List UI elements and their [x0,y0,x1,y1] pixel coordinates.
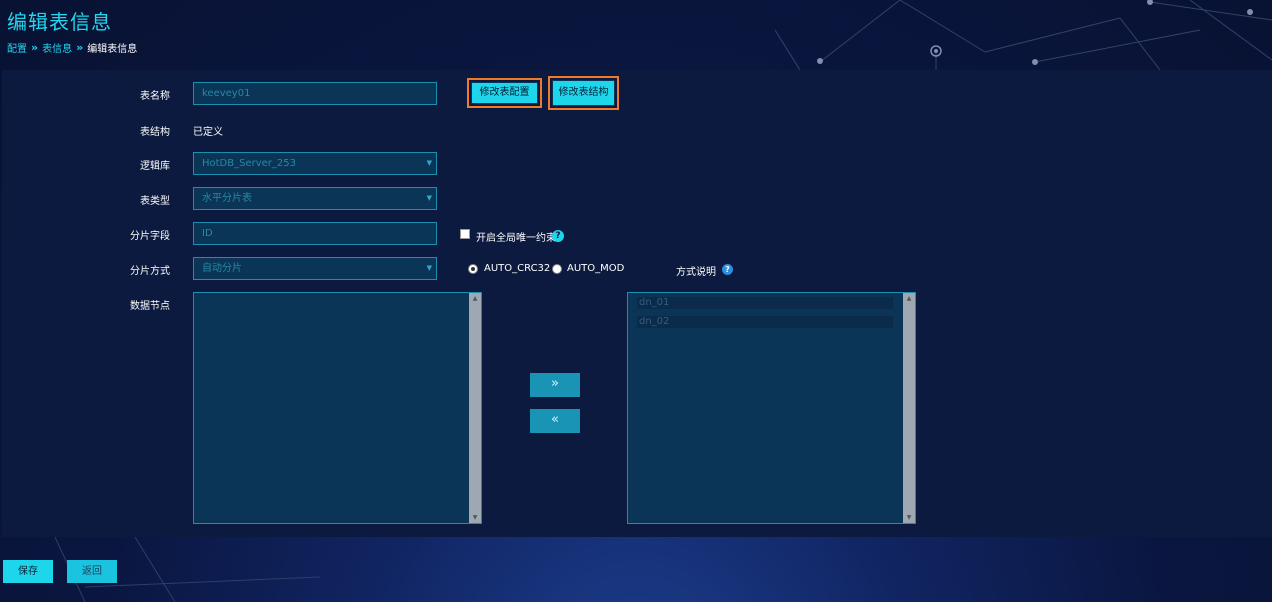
modify-structure-button[interactable]: 修改表结构 [552,80,615,106]
breadcrumb-item-table-info[interactable]: 表信息 [42,40,72,55]
modify-structure-highlight: 修改表结构 [548,76,619,110]
radio-auto-crc32[interactable] [468,264,478,274]
table-structure-value: 已定义 [193,127,223,138]
move-right-button[interactable]: » [530,373,580,397]
save-button[interactable]: 保存 [3,560,53,583]
shard-method-value: 自动分片 [202,263,242,274]
available-nodes-scrollbar[interactable]: ▲ ▼ [469,293,481,523]
logic-db-value: HotDB_Server_253 [202,158,296,169]
breadcrumb: 配置 » 表信息 » 编辑表信息 [7,40,137,55]
table-type-label: 表类型 [140,196,170,207]
modify-config-highlight: 修改表配置 [467,78,542,108]
question-icon[interactable]: ? [722,264,733,275]
breadcrumb-item-config[interactable]: 配置 [7,40,27,55]
logic-db-label: 逻辑库 [140,161,170,172]
circuit-decoration [774,0,1272,70]
scroll-down-icon[interactable]: ▼ [469,514,481,521]
shard-method-select[interactable]: 自动分片 [193,257,437,280]
global-unique-label: 开启全局唯一约束 [476,233,556,244]
radio-auto-mod-label: AUTO_MOD [567,263,625,274]
shard-field-label: 分片字段 [130,231,170,242]
page-header: 编辑表信息 配置 » 表信息 » 编辑表信息 [0,0,1272,70]
data-nodes-label: 数据节点 [130,301,170,312]
list-item[interactable]: dn_01 [637,297,893,309]
available-nodes-list[interactable]: ▲ ▼ [193,292,482,524]
table-type-select[interactable]: 水平分片表 [193,187,437,210]
table-name-label: 表名称 [140,91,170,102]
modify-config-button[interactable]: 修改表配置 [471,82,538,104]
shard-method-label: 分片方式 [130,266,170,277]
radio-auto-crc32-label: AUTO_CRC32 [484,263,551,274]
breadcrumb-item-current: 编辑表信息 [87,44,138,55]
breadcrumb-separator-icon: » [76,41,84,54]
selected-nodes-scrollbar[interactable]: ▲ ▼ [903,293,915,523]
table-structure-label: 表结构 [140,127,170,138]
scroll-up-icon[interactable]: ▲ [903,295,915,302]
selected-nodes-list[interactable]: dn_01 dn_02 ▲ ▼ [627,292,916,524]
scroll-down-icon[interactable]: ▼ [903,514,915,521]
table-name-input[interactable]: keevey01 [193,82,437,105]
back-button[interactable]: 返回 [67,560,117,583]
question-icon[interactable]: ? [552,230,564,242]
method-desc-label: 方式说明 [676,267,716,278]
list-item[interactable]: dn_02 [637,316,893,328]
scroll-up-icon[interactable]: ▲ [469,295,481,302]
global-unique-checkbox[interactable] [460,229,470,239]
logic-db-select[interactable]: HotDB_Server_253 [193,152,437,175]
move-left-button[interactable]: « [530,409,580,433]
page-title: 编辑表信息 [7,10,112,34]
table-type-value: 水平分片表 [202,193,252,204]
shard-field-input[interactable]: ID [193,222,437,245]
bottom-decoration [54,537,321,602]
radio-auto-mod[interactable] [552,264,562,274]
breadcrumb-separator-icon: » [31,41,39,54]
